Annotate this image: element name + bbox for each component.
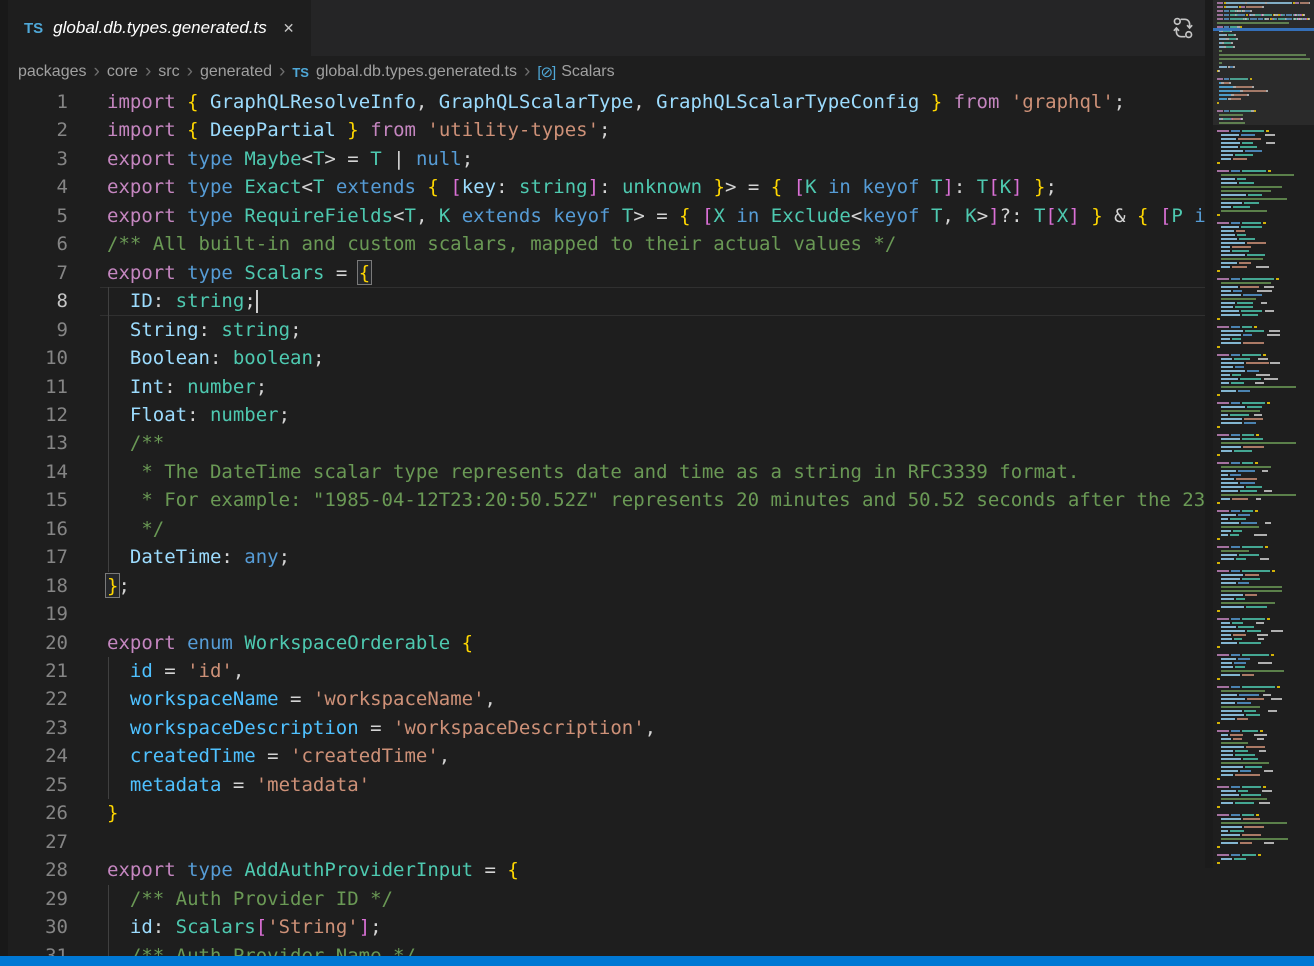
chevron-right-icon: › — [145, 64, 151, 80]
line-number[interactable]: 16 — [0, 515, 68, 543]
line-number[interactable]: 26 — [0, 799, 68, 827]
line-number[interactable]: 6 — [0, 230, 68, 258]
breadcrumb-item-src[interactable]: src — [158, 63, 179, 81]
breadcrumb-item-packages[interactable]: packages — [18, 63, 87, 81]
window-left-edge — [0, 0, 8, 956]
code-line[interactable]: ID: string; — [107, 287, 1205, 315]
line-number[interactable]: 13 — [0, 429, 68, 457]
code-line[interactable]: metadata = 'metadata' — [107, 771, 1205, 799]
line-number[interactable]: 10 — [0, 344, 68, 372]
code-line[interactable]: createdTime = 'createdTime', — [107, 742, 1205, 770]
code-line[interactable]: String: string; — [107, 316, 1205, 344]
breadcrumb-label: src — [158, 63, 179, 81]
minimap[interactable] — [1213, 0, 1314, 868]
line-number[interactable]: 27 — [0, 828, 68, 856]
chevron-right-icon: › — [279, 64, 285, 80]
minimap-slider[interactable] — [1213, 0, 1314, 125]
line-number[interactable]: 28 — [0, 856, 68, 884]
chevron-right-icon: › — [94, 64, 100, 80]
tab-global-db-types-generated-ts[interactable]: TS global.db.types.generated.ts ✕ — [8, 0, 311, 56]
chevron-right-icon: › — [187, 64, 193, 80]
line-number[interactable]: 14 — [0, 458, 68, 486]
line-number[interactable]: 11 — [0, 373, 68, 401]
minimap-current-line — [1213, 28, 1314, 31]
line-number[interactable]: 22 — [0, 685, 68, 713]
line-number[interactable]: 1 — [0, 88, 68, 116]
code-line[interactable]: /** All built-in and custom scalars, map… — [107, 230, 1205, 258]
tab-label: global.db.types.generated.ts — [53, 18, 267, 38]
code-line[interactable]: * For example: "1985-04-12T23:20:50.52Z"… — [107, 486, 1205, 514]
line-number[interactable]: 23 — [0, 714, 68, 742]
close-icon[interactable]: ✕ — [283, 20, 295, 37]
code-line[interactable]: */ — [107, 515, 1205, 543]
symbol-type-icon: [⊘] — [537, 63, 555, 81]
code-line[interactable] — [107, 828, 1205, 856]
code-line[interactable]: import { DeepPartial } from 'utility-typ… — [107, 116, 1205, 144]
status-bar — [0, 956, 1314, 966]
code-line[interactable]: export type AddAuthProviderInput = { — [107, 856, 1205, 884]
line-number[interactable]: 29 — [0, 885, 68, 913]
chevron-right-icon: › — [524, 64, 530, 80]
typescript-file-icon: TS — [292, 65, 309, 80]
line-number[interactable]: 18 — [0, 572, 68, 600]
line-number[interactable]: 19 — [0, 600, 68, 628]
breadcrumb-item-scalars[interactable]: [⊘] Scalars — [537, 63, 614, 81]
breadcrumb-item-core[interactable]: core — [107, 63, 138, 81]
code-line[interactable]: export type Maybe<T> = T | null; — [107, 145, 1205, 173]
code-line[interactable]: workspaceDescription = 'workspaceDescrip… — [107, 714, 1205, 742]
minimap-divider — [1205, 0, 1213, 868]
line-number[interactable]: 30 — [0, 913, 68, 941]
typescript-file-icon: TS — [24, 20, 43, 37]
code-line[interactable]: * The DateTime scalar type represents da… — [107, 458, 1205, 486]
breadcrumb-label: global.db.types.generated.ts — [316, 63, 517, 81]
line-number[interactable]: 20 — [0, 629, 68, 657]
breadcrumb-item-global-db-types-generated-ts[interactable]: TS global.db.types.generated.ts — [292, 63, 517, 81]
code-line[interactable]: import { GraphQLResolveInfo, GraphQLScal… — [107, 88, 1205, 116]
breadcrumb-item-generated[interactable]: generated — [200, 63, 272, 81]
open-changes-button[interactable] — [1170, 15, 1196, 41]
code-line[interactable]: /** — [107, 429, 1205, 457]
code-line[interactable]: } — [107, 799, 1205, 827]
code-line[interactable]: export type Exact<T extends { [key: stri… — [107, 173, 1205, 201]
line-number[interactable]: 31 — [0, 942, 68, 957]
code-line[interactable]: id: Scalars['String']; — [107, 913, 1205, 941]
breadcrumb-label: Scalars — [561, 63, 614, 81]
breadcrumb: packages › core › src › generated › TS global.db.… — [8, 56, 1208, 88]
line-number[interactable]: 12 — [0, 401, 68, 429]
breadcrumb-label: generated — [200, 63, 272, 81]
code-line[interactable]: export type RequireFields<T, K extends k… — [107, 202, 1205, 230]
breadcrumb-label: core — [107, 63, 138, 81]
code-line[interactable]: export type Scalars = { — [107, 259, 1205, 287]
code-line[interactable]: Boolean: boolean; — [107, 344, 1205, 372]
code-line[interactable]: workspaceName = 'workspaceName', — [107, 685, 1205, 713]
line-number[interactable]: 15 — [0, 486, 68, 514]
line-number[interactable]: 8 — [0, 287, 68, 315]
code-line[interactable]: Float: number; — [107, 401, 1205, 429]
line-number[interactable]: 7 — [0, 259, 68, 287]
line-number[interactable]: 4 — [0, 173, 68, 201]
code-line[interactable]: export enum WorkspaceOrderable { — [107, 629, 1205, 657]
code-line[interactable]: /** Auth Provider Name */ — [107, 942, 1205, 957]
text-cursor — [256, 290, 258, 313]
code-line[interactable]: Int: number; — [107, 373, 1205, 401]
tab-bar: TS global.db.types.generated.ts ✕ ⋯ — [0, 0, 1314, 56]
line-number[interactable]: 25 — [0, 771, 68, 799]
code-line[interactable]: }; — [107, 572, 1205, 600]
line-number[interactable]: 3 — [0, 145, 68, 173]
code-line[interactable]: id = 'id', — [107, 657, 1205, 685]
line-number[interactable]: 2 — [0, 116, 68, 144]
open-changes-icon — [1171, 16, 1195, 40]
code-editor[interactable]: 1 import { GraphQLResolveInfo, GraphQLSca… — [0, 88, 1314, 956]
code-line[interactable]: /** Auth Provider ID */ — [107, 885, 1205, 913]
line-number[interactable]: 21 — [0, 657, 68, 685]
code-line[interactable]: DateTime: any; — [107, 543, 1205, 571]
line-number[interactable]: 9 — [0, 316, 68, 344]
line-number[interactable]: 17 — [0, 543, 68, 571]
code-line[interactable] — [107, 600, 1205, 628]
line-number[interactable]: 24 — [0, 742, 68, 770]
breadcrumb-label: packages — [18, 63, 87, 81]
line-number[interactable]: 5 — [0, 202, 68, 230]
